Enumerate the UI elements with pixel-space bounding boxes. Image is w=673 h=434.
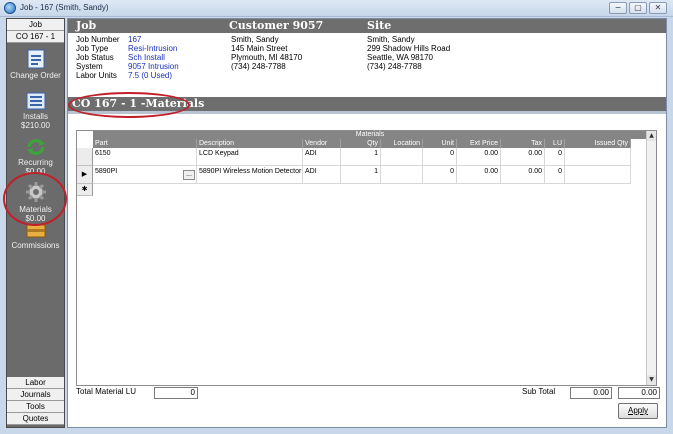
- sidebar-item-installs[interactable]: Installs $210.00: [7, 92, 64, 130]
- site-info: Smith, Sandy 299 Shadow Hills Road Seatt…: [367, 35, 450, 71]
- scroll-down-arrow-icon[interactable]: ▼: [647, 375, 656, 385]
- column-header-location[interactable]: Location: [381, 139, 423, 148]
- column-header-qty[interactable]: Qty: [341, 139, 381, 148]
- materials-grid: Materials Part Description Vendor Qty Lo…: [76, 130, 657, 386]
- annotation-circle-materials: [3, 172, 67, 226]
- column-header-description[interactable]: Description: [197, 139, 303, 148]
- cell-part[interactable]: 5890PI: [93, 166, 197, 184]
- cell-description[interactable]: 5890PI Wireless Motion Detector: [197, 166, 303, 184]
- cell-unit[interactable]: 0: [423, 148, 457, 166]
- sidebar-tab-labor[interactable]: Labor: [7, 377, 64, 389]
- customer-street: 145 Main Street: [231, 44, 288, 53]
- customer-info: Smith, Sandy 145 Main Street Plymouth, M…: [231, 35, 302, 71]
- info-header: Job Customer 9057 Site: [68, 19, 666, 33]
- job-number-label: Job Number: [76, 35, 120, 44]
- app-icon: [4, 2, 16, 14]
- sidebar-tab-change-order[interactable]: CO 167 - 1: [7, 31, 64, 43]
- column-header-tax[interactable]: Tax: [501, 139, 545, 148]
- cell-qty[interactable]: 1: [341, 148, 381, 166]
- cell-location[interactable]: [381, 166, 423, 184]
- site-street: 299 Shadow Hills Road: [367, 44, 451, 53]
- sidebar-item-amount: $210.00: [21, 121, 50, 130]
- column-header-lu[interactable]: LU: [545, 139, 565, 148]
- cell-issued-qty[interactable]: [565, 166, 631, 184]
- system-label: System: [76, 62, 103, 71]
- cell-vendor[interactable]: ADI: [303, 166, 341, 184]
- header-site: Site: [367, 19, 392, 32]
- job-info: Job Number 167 Job Type Resi-Intrusion Job…: [76, 35, 179, 80]
- row-selector-new[interactable]: ✱: [77, 184, 93, 196]
- recycle-icon: [26, 139, 45, 155]
- sidebar-tab-journals[interactable]: Journals: [7, 389, 64, 401]
- grid-body: Materials Part Description Vendor Qty Lo…: [77, 131, 647, 385]
- cell-issued-qty[interactable]: [565, 148, 631, 166]
- job-status-value[interactable]: Sch Install: [128, 53, 165, 62]
- customer-name: Smith, Sandy: [231, 35, 279, 44]
- sidebar-item-change-order[interactable]: Change Order: [7, 49, 64, 80]
- header-customer: Customer 9057: [229, 19, 324, 32]
- customer-phone: (734) 248-7788: [231, 62, 286, 71]
- maximize-button[interactable]: ▢: [629, 2, 647, 14]
- column-header-ext-price[interactable]: Ext Price: [457, 139, 501, 148]
- minimize-button[interactable]: −: [609, 2, 627, 14]
- sub-total-field[interactable]: 0.00: [570, 387, 612, 399]
- job-type-label: Job Type: [76, 44, 109, 53]
- cell-lu[interactable]: 0: [545, 166, 565, 184]
- sidebar-item-commissions[interactable]: Commissions: [7, 223, 64, 250]
- cell-lu[interactable]: 0: [545, 148, 565, 166]
- scroll-up-arrow-icon[interactable]: ▲: [647, 131, 656, 141]
- total-material-lu-field[interactable]: 0: [154, 387, 198, 399]
- column-header-vendor[interactable]: Vendor: [303, 139, 341, 148]
- sidebar-tab-tools[interactable]: Tools: [7, 401, 64, 413]
- site-city: Seattle, WA 98170: [367, 53, 433, 62]
- sub-total-label: Sub Total: [522, 387, 556, 396]
- site-phone: (734) 248-7788: [367, 62, 422, 71]
- annotation-circle-section-title: [68, 92, 190, 118]
- job-status-label: Job Status: [76, 53, 114, 62]
- cell-part[interactable]: 6150: [93, 148, 197, 166]
- cell-tax[interactable]: 0.00: [501, 166, 545, 184]
- window-titlebar: Job - 167 (Smith, Sandy) − ▢ ✕: [0, 0, 673, 17]
- window-title: Job - 167 (Smith, Sandy): [20, 3, 109, 12]
- grid-caption: Materials: [93, 131, 647, 139]
- cell-description[interactable]: LCD Keypad: [197, 148, 303, 166]
- sidebar-tab-quotes[interactable]: Quotes: [7, 413, 64, 425]
- column-header-unit[interactable]: Unit: [423, 139, 457, 148]
- apply-button[interactable]: Apply: [618, 403, 658, 419]
- system-value[interactable]: 9057 Intrusion: [128, 62, 179, 71]
- row-selector[interactable]: [77, 148, 93, 166]
- labor-units-value[interactable]: 7.5 (0 Used): [128, 71, 172, 80]
- main-panel: Job Customer 9057 Site Job Number 167 Job…: [67, 18, 667, 428]
- sidebar-item-label: Installs: [23, 112, 48, 121]
- column-header-issued-qty[interactable]: Issued Qty: [565, 139, 631, 148]
- cell-unit[interactable]: 0: [423, 166, 457, 184]
- document-icon: [27, 49, 44, 69]
- cell-ext-price[interactable]: 0.00: [457, 148, 501, 166]
- sidebar-item-label: Change Order: [10, 71, 61, 80]
- list-icon: [26, 92, 45, 110]
- labor-units-label: Labor Units: [76, 71, 117, 80]
- grid-vertical-scrollbar[interactable]: ▲ ▼: [646, 131, 656, 385]
- cell-ext-price[interactable]: 0.00: [457, 166, 501, 184]
- row-selector-current[interactable]: ▶: [77, 166, 93, 184]
- sidebar-item-recurring[interactable]: Recurring $0.00: [7, 138, 64, 176]
- site-name: Smith, Sandy: [367, 35, 415, 44]
- cell-tax[interactable]: 0.00: [501, 148, 545, 166]
- cell-location[interactable]: [381, 148, 423, 166]
- part-lookup-button[interactable]: ...: [183, 170, 195, 180]
- job-number-value[interactable]: 167: [128, 35, 141, 44]
- sidebar-item-label: Recurring: [18, 158, 53, 167]
- close-button[interactable]: ✕: [649, 2, 667, 14]
- job-type-value[interactable]: Resi-Intrusion: [128, 44, 177, 53]
- sidebar-tab-job[interactable]: Job: [7, 19, 64, 31]
- cell-qty[interactable]: 1: [341, 166, 381, 184]
- total-material-lu-label: Total Material LU: [76, 387, 137, 396]
- customer-city: Plymouth, MI 48170: [231, 53, 303, 62]
- sidebar-item-label: Commissions: [11, 241, 60, 250]
- column-header-part[interactable]: Part: [93, 139, 197, 148]
- header-job: Job: [76, 19, 97, 32]
- sub-total-field-2[interactable]: 0.00: [618, 387, 660, 399]
- cell-vendor[interactable]: ADI: [303, 148, 341, 166]
